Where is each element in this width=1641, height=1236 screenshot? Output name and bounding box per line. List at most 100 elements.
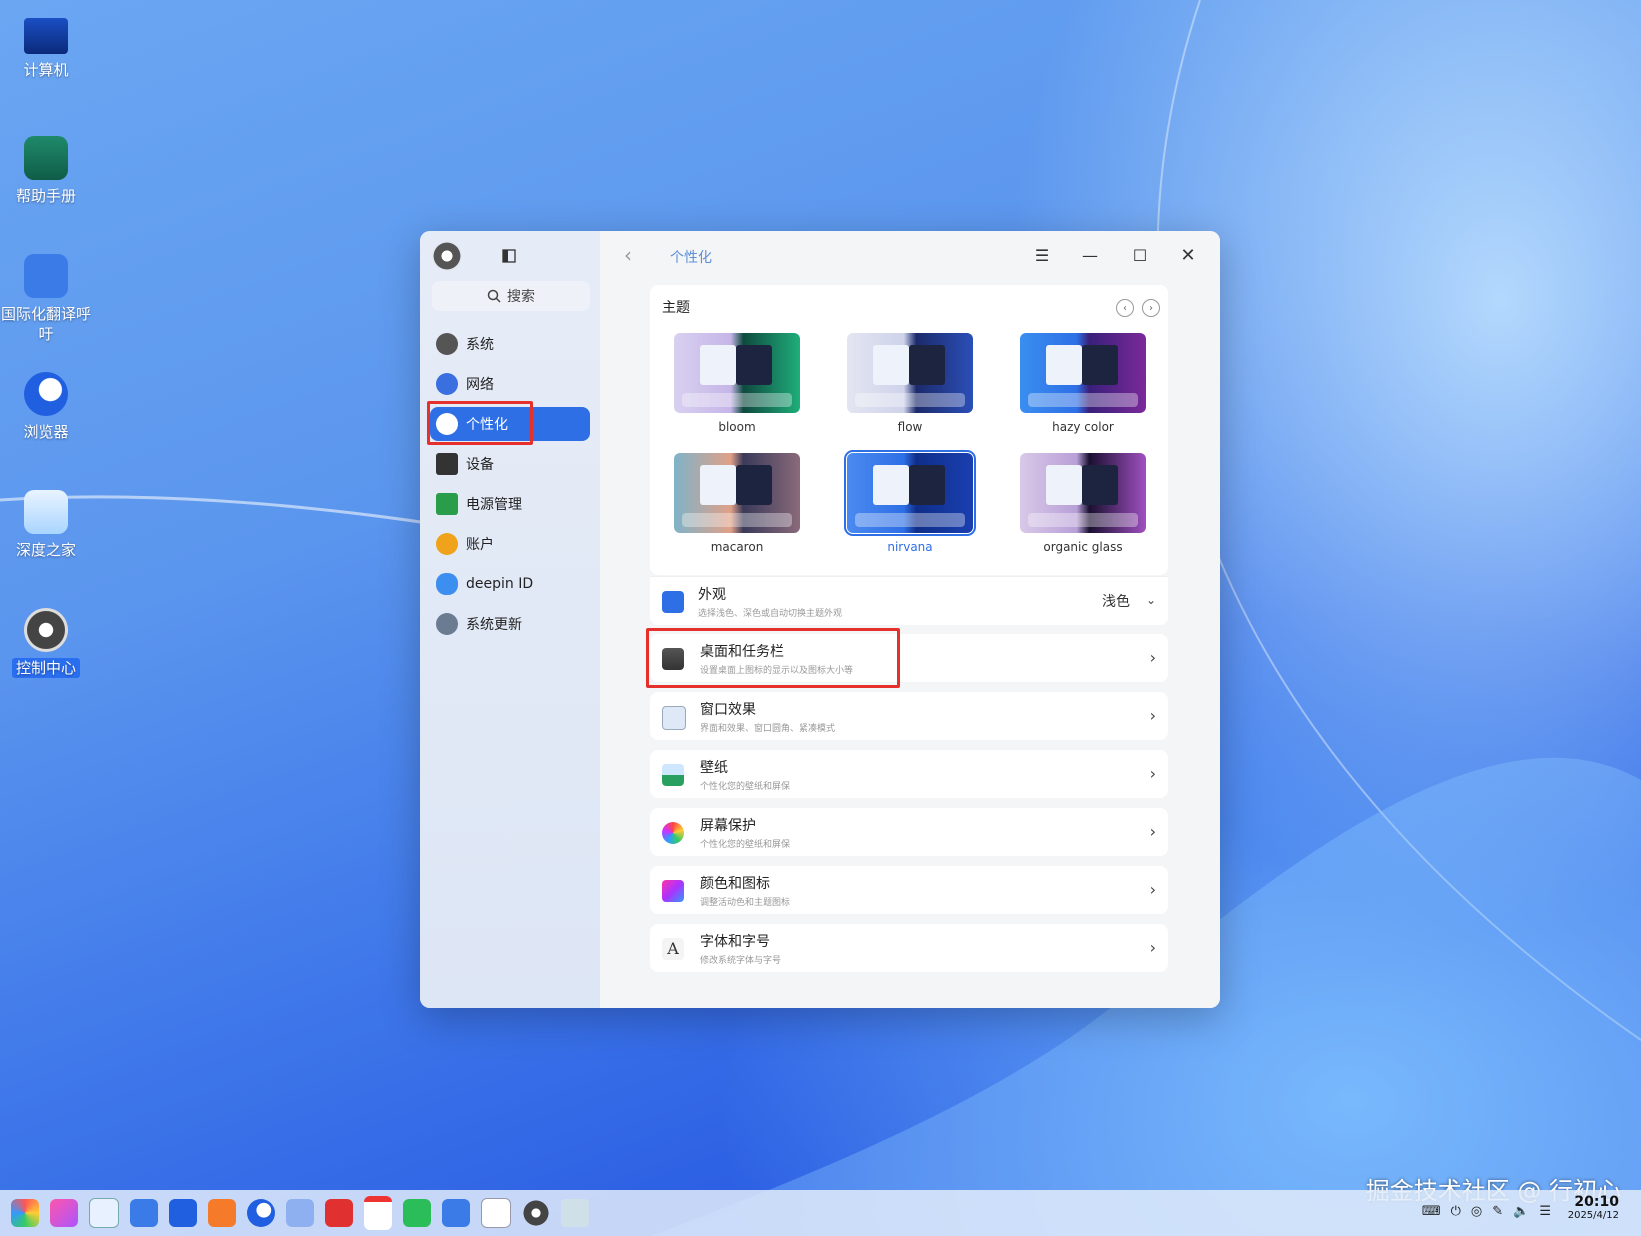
sidebar-item-label: 设备 bbox=[466, 457, 494, 473]
sidebar-item-label: 电源管理 bbox=[466, 497, 522, 513]
screensaver-icon bbox=[662, 822, 684, 844]
search-app-icon[interactable] bbox=[89, 1198, 119, 1228]
row-title: 字体和字号 bbox=[700, 934, 770, 950]
menu-icon[interactable]: ☰ bbox=[1032, 245, 1052, 265]
row-subtitle: 个性化您的壁纸和屏保 bbox=[700, 782, 791, 792]
device-manager-icon[interactable] bbox=[481, 1198, 511, 1228]
settings-row-screensaver[interactable]: 屏幕保护 个性化您的壁纸和屏保 › bbox=[650, 808, 1168, 856]
network-icon bbox=[436, 373, 458, 395]
row-subtitle: 调整活动色和主题图标 bbox=[700, 898, 791, 908]
app-store-icon[interactable] bbox=[50, 1199, 78, 1227]
appearance-row[interactable]: 外观 选择浅色、深色或自动切换主题外观 浅色 ⌄ bbox=[650, 576, 1168, 625]
help-manual-icon bbox=[24, 136, 68, 180]
minimize-icon[interactable]: — bbox=[1080, 245, 1100, 265]
sidebar-item-label: deepin ID bbox=[466, 576, 534, 592]
keyboard-icon[interactable]: ⌨ bbox=[1422, 1204, 1441, 1219]
calendar-icon[interactable] bbox=[364, 1196, 392, 1230]
sidebar-item-update[interactable]: 系统更新 bbox=[430, 607, 590, 641]
theme-thumb-nirvana[interactable] bbox=[844, 450, 976, 536]
desktop-icon-label: 深度之家 bbox=[15, 541, 76, 559]
desktop-icon-help[interactable]: 帮助手册 bbox=[0, 136, 94, 206]
row-title: 窗口效果 bbox=[700, 702, 756, 718]
breadcrumb: 个性化 bbox=[670, 250, 712, 266]
sidebar-item-account[interactable]: 账户 bbox=[430, 527, 590, 561]
power-icon[interactable]: ⏻ bbox=[1451, 1204, 1461, 1219]
music-icon[interactable] bbox=[403, 1199, 431, 1227]
file-manager-icon[interactable] bbox=[169, 1199, 197, 1227]
theme-prev-icon[interactable]: ‹ bbox=[1116, 299, 1134, 317]
gear-icon bbox=[24, 608, 68, 652]
maximize-icon[interactable]: ☐ bbox=[1130, 245, 1150, 265]
terminal-icon[interactable] bbox=[325, 1199, 353, 1227]
taskbar: ⌨ ⏻ ◎ ✎ 🔈 ☰ 20:10 2025/4/12 bbox=[0, 1190, 1641, 1236]
settings-row-colors-icons[interactable]: 颜色和图标 调整活动色和主题图标 › bbox=[650, 866, 1168, 914]
desktop-icon-deepin-home[interactable]: 深度之家 bbox=[0, 490, 94, 560]
mail-icon[interactable] bbox=[286, 1199, 314, 1227]
wallpaper-icon bbox=[662, 764, 684, 786]
trash-icon[interactable] bbox=[561, 1199, 589, 1227]
toggle-icon[interactable]: ☰ bbox=[1539, 1204, 1551, 1219]
row-subtitle: 个性化您的壁纸和屏保 bbox=[700, 840, 791, 850]
chevron-right-icon: › bbox=[1149, 880, 1156, 899]
store-bag-icon[interactable] bbox=[208, 1199, 236, 1227]
sidebar-item-device[interactable]: 设备 bbox=[430, 447, 590, 481]
chevron-right-icon: › bbox=[1149, 822, 1156, 841]
theme-label: bloom bbox=[718, 420, 756, 434]
close-icon[interactable]: ✕ bbox=[1178, 245, 1198, 266]
search-placeholder: 搜索 bbox=[507, 289, 535, 305]
deepin-home-icon bbox=[24, 490, 68, 534]
chat-icon[interactable] bbox=[442, 1199, 470, 1227]
browser-icon[interactable] bbox=[247, 1199, 275, 1227]
theme-thumb-macaron[interactable] bbox=[674, 453, 800, 533]
theme-label: nirvana bbox=[887, 540, 933, 554]
chevron-right-icon: › bbox=[1149, 938, 1156, 957]
theme-label: macaron bbox=[710, 540, 764, 554]
theme-thumb-flow[interactable] bbox=[847, 333, 973, 413]
settings-row-window-effects[interactable]: 窗口效果 界面和效果、窗口圆角、紧凑模式 › bbox=[650, 692, 1168, 740]
desktop-icon-label: 计算机 bbox=[23, 61, 69, 79]
update-icon bbox=[436, 613, 458, 635]
search-input[interactable]: 搜索 bbox=[432, 281, 590, 311]
desktop-icon-browser[interactable]: 浏览器 bbox=[0, 372, 94, 442]
back-arrow-icon[interactable]: ‹ bbox=[618, 243, 638, 267]
control-center-taskbar-icon[interactable] bbox=[522, 1199, 550, 1227]
theme-thumb-hazy-color[interactable] bbox=[1020, 333, 1146, 413]
theme-next-icon[interactable]: › bbox=[1142, 299, 1160, 317]
desktop-icon-control-center[interactable]: 控制中心 bbox=[0, 608, 94, 678]
sidebar-item-system[interactable]: 系统 bbox=[430, 327, 590, 361]
monitor-icon bbox=[24, 18, 68, 54]
settings-row-wallpaper[interactable]: 壁纸 个性化您的壁纸和屏保 › bbox=[650, 750, 1168, 798]
multitask-icon[interactable] bbox=[130, 1199, 158, 1227]
chevron-right-icon: › bbox=[1149, 648, 1156, 667]
desktop-icon-label: 帮助手册 bbox=[15, 187, 76, 205]
system-tray: ⌨ ⏻ ◎ ✎ 🔈 ☰ bbox=[1422, 1204, 1551, 1219]
clock[interactable]: 20:10 2025/4/12 bbox=[1568, 1194, 1619, 1221]
app-gear-icon bbox=[432, 241, 462, 271]
settings-row-fonts[interactable]: A 字体和字号 修改系统字体与字号 › bbox=[650, 924, 1168, 972]
sidebar-item-power[interactable]: 电源管理 bbox=[430, 487, 590, 521]
appearance-value[interactable]: 浅色 bbox=[1102, 591, 1130, 611]
pen-icon[interactable]: ✎ bbox=[1492, 1204, 1503, 1219]
desktop-icon-label: 国际化翻译呼吁 bbox=[0, 305, 91, 343]
launcher-icon[interactable] bbox=[11, 1199, 39, 1227]
desktop-icon-translate[interactable]: 国际化翻译呼吁 bbox=[0, 254, 94, 344]
highlight-box-personalization bbox=[427, 401, 533, 445]
row-title: 壁纸 bbox=[700, 760, 728, 776]
sidebar: 搜索 系统 网络 个性化 设备 电源管理 账户 deepin ID 系统更新 bbox=[420, 231, 600, 1008]
sidebar-item-deepin-id[interactable]: deepin ID bbox=[430, 567, 590, 601]
window-effects-icon bbox=[662, 706, 686, 730]
row-subtitle: 修改系统字体与字号 bbox=[700, 956, 782, 966]
theme-thumb-bloom[interactable] bbox=[674, 333, 800, 413]
theme-thumb-organic-glass[interactable] bbox=[1020, 453, 1146, 533]
chevron-right-icon: › bbox=[1149, 764, 1156, 783]
desktop-icon-computer[interactable]: 计算机 bbox=[0, 18, 94, 80]
system-icon bbox=[436, 333, 458, 355]
sidebar-item-network[interactable]: 网络 bbox=[430, 367, 590, 401]
appearance-icon bbox=[662, 591, 684, 613]
sidebar-toggle-icon[interactable] bbox=[500, 247, 518, 265]
device-icon bbox=[436, 453, 458, 475]
row-title: 外观 bbox=[698, 587, 726, 603]
cloud-icon bbox=[436, 573, 458, 595]
notification-icon[interactable]: ◎ bbox=[1471, 1204, 1482, 1219]
volume-icon[interactable]: 🔈 bbox=[1513, 1204, 1529, 1219]
